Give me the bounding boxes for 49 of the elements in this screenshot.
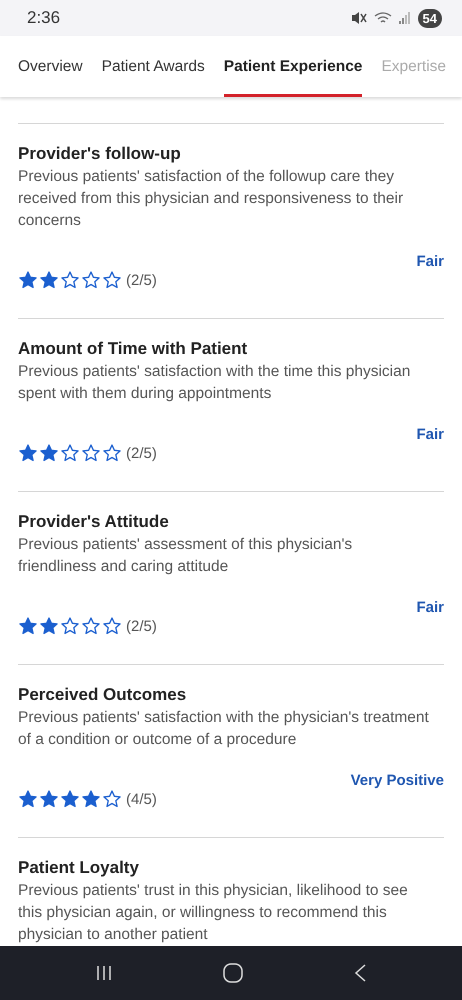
rating-score: (2/5) <box>126 618 157 634</box>
tab[interactable]: Patient Experience <box>224 36 362 97</box>
rating-score: (4/5) <box>126 790 157 808</box>
empty-star-icon <box>102 789 122 809</box>
empty-star-icon <box>102 270 122 290</box>
empty-star-icon <box>102 443 122 463</box>
filled-star-icon <box>18 616 38 636</box>
rating-label: Fair <box>416 252 444 272</box>
filled-star-icon <box>39 789 59 809</box>
empty-star-icon <box>60 443 80 463</box>
rating-score: (2/5) <box>126 272 157 288</box>
section-title: Provider's follow-up <box>18 143 182 165</box>
wifi-icon <box>374 12 392 24</box>
filled-star-icon <box>18 270 38 290</box>
rating-label: Fair <box>416 425 444 445</box>
empty-star-icon <box>81 616 101 636</box>
section-title: Perceived Outcomes <box>18 684 188 706</box>
recent-apps-icon[interactable] <box>96 965 112 981</box>
rating-label: Fair <box>416 598 444 618</box>
filled-star-icon <box>18 443 38 463</box>
section-description: Previous patients' satisfaction with the time this physician spent with them during appointments <box>18 362 412 404</box>
tab[interactable]: Patient Awards <box>102 36 205 97</box>
section-description: Previous patients' trust in this physician, likelihood to see this physician again, or willingness to recommend this physician to another patient <box>18 881 409 945</box>
filled-star-icon <box>39 616 59 636</box>
back-icon[interactable] <box>354 964 366 982</box>
empty-star-icon <box>60 270 80 290</box>
home-icon[interactable] <box>222 963 243 983</box>
filled-star-icon <box>60 789 80 809</box>
section-title: Amount of Time with Patient <box>18 338 248 360</box>
battery-level: 54 <box>418 8 442 28</box>
filled-star-icon <box>18 789 38 809</box>
filled-star-icon <box>81 789 101 809</box>
tab[interactable]: Overview <box>18 36 83 97</box>
empty-star-icon <box>102 616 122 636</box>
section-title: Patient Loyalty <box>18 857 140 879</box>
filled-star-icon <box>39 270 59 290</box>
section-description: Previous patients' satisfaction of the followup care they received from this physician and responsiveness to their concerns <box>18 167 404 231</box>
rating-label: Very Positive <box>350 771 444 791</box>
section-title: Provider's Attitude <box>18 511 170 533</box>
section-description: Previous patients' satisfaction with the physician's treatment of a condition or outcome of a procedure <box>18 708 430 750</box>
mute-icon <box>350 11 367 25</box>
empty-star-icon <box>60 616 80 636</box>
rating-score: (2/5) <box>126 444 157 462</box>
empty-star-icon <box>81 443 101 463</box>
filled-star-icon <box>39 443 59 463</box>
empty-star-icon <box>81 270 101 290</box>
section-description: Previous patients' assessment of this physician's friendliness and caring attitude <box>18 535 354 577</box>
clock-time: 2:36 <box>27 8 62 28</box>
signal-icon <box>398 12 411 24</box>
